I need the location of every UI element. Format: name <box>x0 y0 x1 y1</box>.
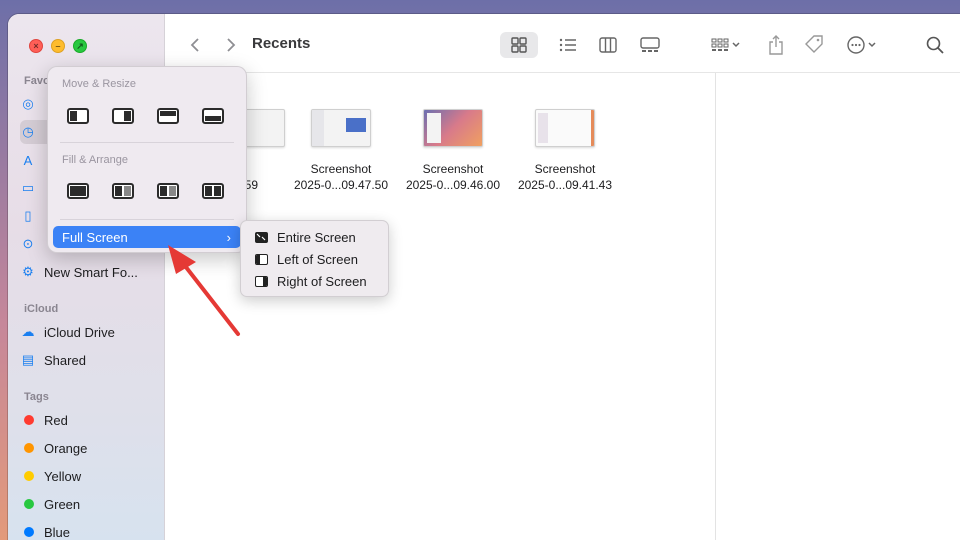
back-button[interactable] <box>185 32 205 58</box>
columns-icon <box>599 37 617 53</box>
file-item[interactable]: Screenshot 2025-0...09.47.50 <box>285 109 397 193</box>
downloads-icon: ⊙ <box>22 236 34 251</box>
forward-button[interactable] <box>221 32 241 58</box>
left-half-icon <box>67 108 89 124</box>
share-button[interactable] <box>763 32 789 58</box>
gallery-icon <box>640 37 660 52</box>
full-screen-submenu: Entire Screen Left of Screen Right of Sc… <box>240 220 389 297</box>
tag-yellow[interactable]: Yellow <box>20 464 158 488</box>
group-by-button[interactable] <box>706 32 746 58</box>
right-half-icon <box>255 275 268 287</box>
favorites-heading: Favo <box>24 75 50 87</box>
tag-blue[interactable]: Blue <box>20 520 158 540</box>
tag-button[interactable] <box>801 32 827 58</box>
share-icon <box>769 35 783 55</box>
preview-pane <box>715 73 960 540</box>
orange-tag-icon <box>24 443 34 453</box>
full-screen-label: Full Screen <box>62 229 128 245</box>
window-title: Recents <box>252 35 311 52</box>
search-button[interactable] <box>922 32 948 58</box>
grid-icon <box>511 37 527 53</box>
entire-screen-item[interactable]: Entire Screen <box>255 228 356 246</box>
clock-icon: ◷ <box>22 124 34 139</box>
shared-folder-icon: ▤ <box>21 352 35 367</box>
minimize-button[interactable]: – <box>51 39 65 53</box>
expand-arrows-icon <box>255 231 268 243</box>
bottom-half-icon <box>202 108 224 124</box>
move-resize-heading: Move & Resize <box>62 78 136 90</box>
top-half-icon <box>157 108 179 124</box>
tag-red[interactable]: Red <box>20 408 158 432</box>
list-view-button[interactable] <box>549 32 587 58</box>
file-area: ot 49.59 Screenshot 2025-0...09.47.50 Sc… <box>165 73 715 540</box>
file-item[interactable]: Screenshot 2025-0...09.46.00 <box>397 109 509 193</box>
tag-orange[interactable]: Orange <box>20 436 158 460</box>
arrange-left-quarters-button[interactable] <box>155 181 181 201</box>
icloud-heading: iCloud <box>24 303 59 315</box>
file-thumbnail <box>535 109 595 147</box>
tile-top-half-button[interactable] <box>155 106 181 126</box>
file-thumbnail <box>423 109 483 147</box>
sidebar-item-shared[interactable]: ▤ Shared <box>20 348 158 372</box>
arrange-left-right-button[interactable] <box>110 181 136 201</box>
sidebar-item-icloud-drive[interactable]: ☁ iCloud Drive <box>20 320 158 344</box>
gallery-view-button[interactable] <box>631 32 669 58</box>
window-controls: × – ↗ <box>29 39 87 53</box>
right-of-screen-item[interactable]: Right of Screen <box>255 272 367 290</box>
tile-left-half-button[interactable] <box>65 106 91 126</box>
divider <box>60 219 234 220</box>
chevron-right-icon <box>227 38 236 52</box>
red-tag-icon <box>24 415 34 425</box>
search-icon <box>926 36 944 54</box>
blue-tag-icon <box>24 527 34 537</box>
quarters-icon <box>202 183 224 199</box>
desktop-icon: ▭ <box>21 180 35 195</box>
chevron-left-icon <box>190 38 199 52</box>
airdrop-icon: ◎ <box>22 96 34 111</box>
yellow-tag-icon <box>24 471 34 481</box>
gear-icon: ⚙ <box>22 264 34 279</box>
group-grid-chevron-icon <box>711 38 740 51</box>
file-item[interactable]: Screenshot 2025-0...09.41.43 <box>509 109 621 193</box>
full-screen-menu-item[interactable]: Full Screen › <box>53 226 241 248</box>
toolbar: Recents <box>165 14 960 73</box>
arrange-quarters-button[interactable] <box>200 181 226 201</box>
file-thumbnail <box>311 109 371 147</box>
fill-icon <box>67 183 89 199</box>
column-view-button[interactable] <box>589 32 627 58</box>
left-half-icon <box>255 253 268 265</box>
tag-icon <box>805 35 823 53</box>
tags-heading: Tags <box>24 391 49 403</box>
cloud-icon: ☁ <box>21 324 35 339</box>
applications-icon: A <box>23 152 33 168</box>
tile-bottom-half-button[interactable] <box>200 106 226 126</box>
chevron-right-icon: › <box>226 229 231 245</box>
zoom-button[interactable]: ↗ <box>73 39 87 53</box>
fill-arrange-heading: Fill & Arrange <box>62 154 129 166</box>
divider <box>60 142 234 143</box>
more-circle-chevron-icon <box>847 36 876 54</box>
left-quarters-icon <box>157 183 179 199</box>
tile-right-half-button[interactable] <box>110 106 136 126</box>
green-tag-icon <box>24 499 34 509</box>
action-menu-button[interactable] <box>843 32 883 58</box>
list-icon <box>559 38 576 52</box>
icon-view-button[interactable] <box>500 32 538 58</box>
left-right-icon <box>112 183 134 199</box>
window-tiling-popover: Move & Resize Fill & Arrange Full Screen… <box>47 66 247 253</box>
left-of-screen-item[interactable]: Left of Screen <box>255 250 358 268</box>
sidebar-item-smart-folder[interactable]: ⚙ New Smart Fo... <box>20 260 158 284</box>
fill-button[interactable] <box>65 181 91 201</box>
close-button[interactable]: × <box>29 39 43 53</box>
document-icon: ▯ <box>24 208 32 223</box>
tag-green[interactable]: Green <box>20 492 158 516</box>
right-half-icon <box>112 108 134 124</box>
